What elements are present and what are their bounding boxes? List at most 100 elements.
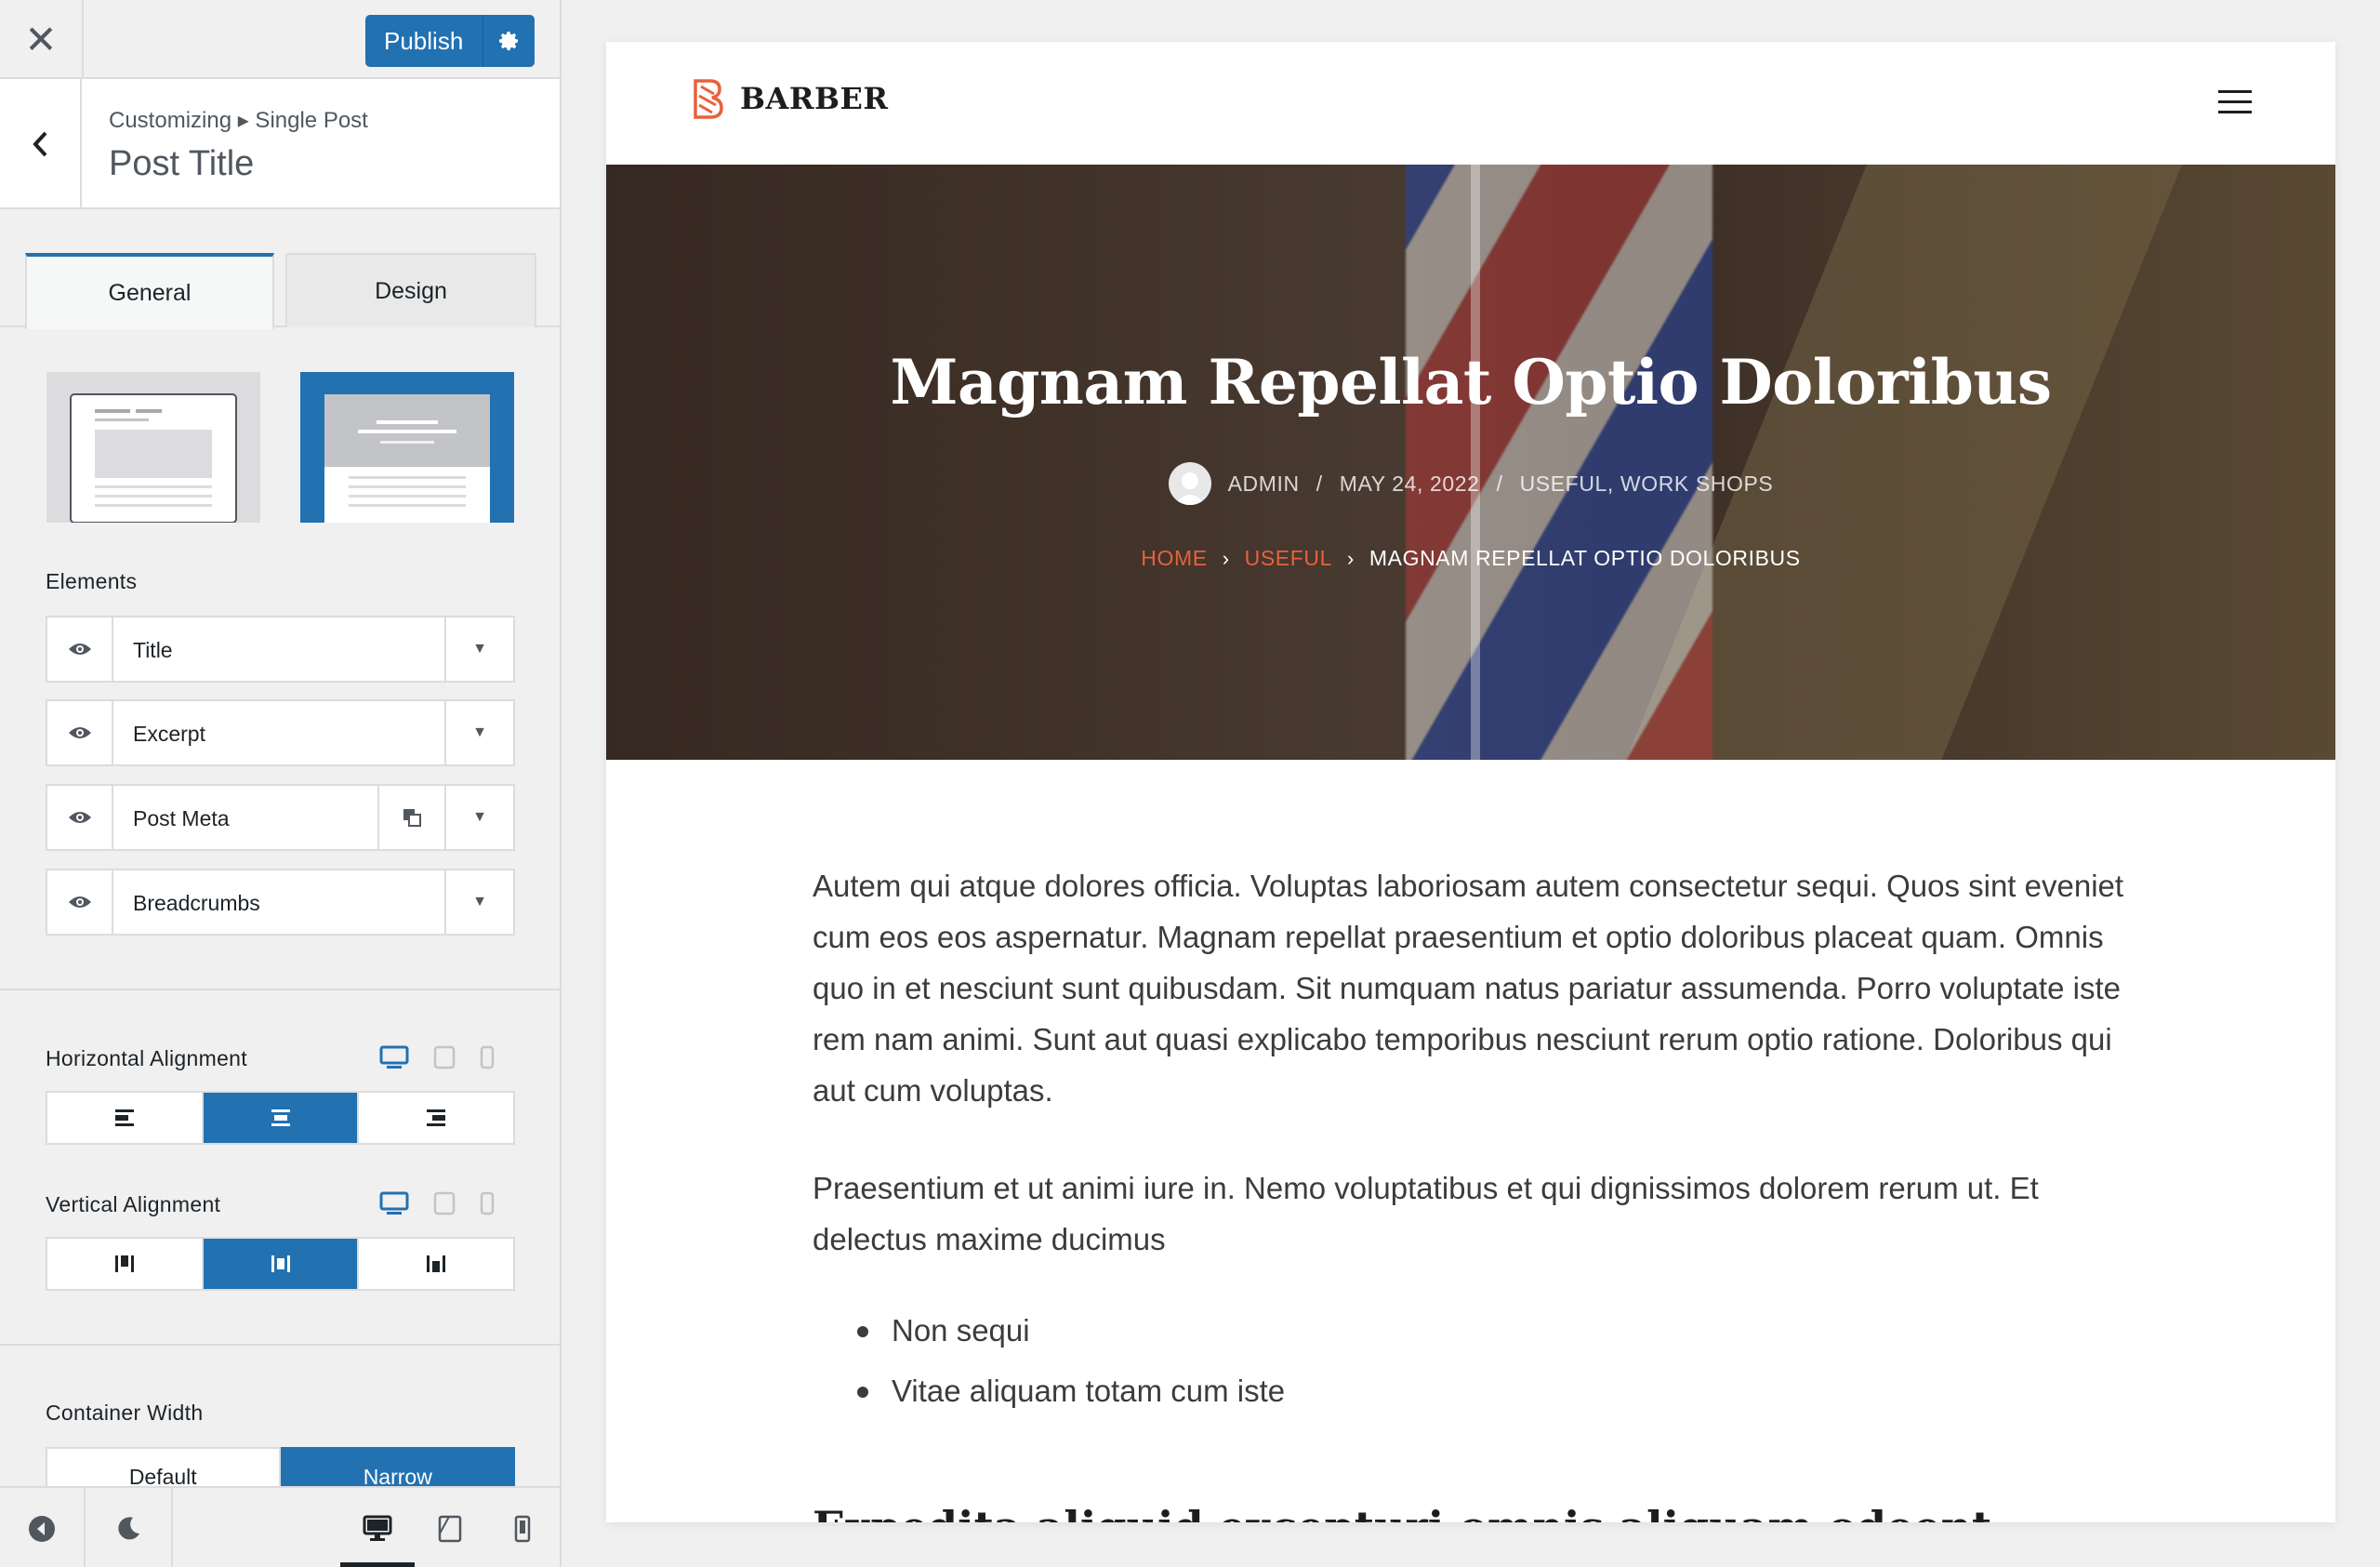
layout-option-fullwidth[interactable]	[300, 372, 514, 523]
site-preview: BARBER Magnam Repellat Optio Doloribus A…	[606, 42, 2335, 1522]
tab-general[interactable]: General	[25, 253, 274, 329]
collapse-sidebar-button[interactable]	[0, 1488, 84, 1567]
responsive-switcher	[379, 1045, 495, 1069]
align-left-icon	[114, 1109, 134, 1126]
tablet-icon[interactable]	[433, 1045, 456, 1069]
align-bottom-button[interactable]	[359, 1239, 513, 1289]
tablet-icon	[438, 1515, 462, 1542]
chevron-left-icon	[33, 131, 47, 157]
content-paragraph: Autem qui atque dolores officia. Volupta…	[813, 869, 2124, 1108]
align-middle-icon	[271, 1255, 290, 1272]
vertical-alignment-label: Vertical Alignment	[46, 1192, 221, 1216]
collapse-icon	[29, 1515, 55, 1542]
chevron-right-icon: ›	[1346, 546, 1355, 570]
preview-tablet-button[interactable]	[415, 1488, 485, 1567]
visibility-toggle[interactable]	[47, 701, 113, 764]
post-date: MAY 24, 2022	[1339, 471, 1480, 496]
panel-tabs: General Design	[0, 253, 560, 329]
expand-button[interactable]: ▼	[444, 701, 513, 764]
menu-button[interactable]	[2218, 88, 2252, 121]
publish-settings-button[interactable]	[483, 15, 535, 67]
eye-icon	[68, 896, 91, 908]
site-name: BARBER	[740, 81, 889, 116]
publish-button[interactable]: Publish	[365, 15, 535, 67]
mobile-icon[interactable]	[480, 1191, 495, 1215]
post-content: Autem qui atque dolores officia. Volupta…	[813, 860, 2133, 1421]
expand-button[interactable]: ▼	[444, 786, 513, 849]
visibility-toggle[interactable]	[47, 870, 113, 934]
caret-down-icon: ▼	[472, 641, 487, 657]
caret-down-icon: ▼	[472, 809, 487, 825]
expand-button[interactable]: ▼	[444, 618, 513, 681]
align-right-icon	[427, 1109, 446, 1126]
layout-option-contained[interactable]	[46, 372, 260, 524]
panel-title: Post Title	[109, 144, 255, 183]
site-logo[interactable]: BARBER	[690, 77, 889, 120]
mobile-icon	[514, 1515, 531, 1542]
user-icon	[1173, 472, 1206, 505]
customizer-sidebar: ✕ Publish Customizing ▸ Single Post Post…	[0, 0, 562, 1567]
gear-icon	[498, 32, 518, 51]
visibility-toggle[interactable]	[47, 786, 113, 849]
dark-mode-button[interactable]	[86, 1488, 171, 1567]
eye-icon	[68, 812, 91, 823]
barber-logo-icon	[694, 79, 723, 119]
duplicate-button[interactable]	[377, 786, 444, 849]
align-top-icon	[114, 1255, 134, 1272]
eye-icon	[68, 644, 91, 655]
meta-separator: /	[1496, 471, 1503, 496]
close-customizer-button[interactable]: ✕	[0, 0, 84, 79]
align-left-button[interactable]	[47, 1093, 204, 1143]
post-categories[interactable]: USEFUL, WORK SHOPS	[1520, 471, 1774, 497]
breadcrumb-home[interactable]: HOME	[1141, 546, 1207, 571]
tablet-icon[interactable]	[433, 1191, 456, 1215]
publish-label: Publish	[384, 26, 464, 55]
post-author[interactable]: ADMIN	[1228, 471, 1300, 497]
element-row-excerpt: Excerpt ▼	[46, 699, 515, 766]
site-header: BARBER	[606, 42, 2335, 165]
elements-label: Elements	[46, 569, 138, 593]
element-label: Title	[133, 638, 173, 662]
preview-mobile-button[interactable]	[485, 1488, 560, 1567]
post-title: Magnam Repellat Optio Doloribus	[890, 346, 2052, 418]
element-label: Excerpt	[133, 722, 205, 746]
align-bottom-icon	[427, 1255, 446, 1272]
align-center-icon	[271, 1109, 290, 1126]
element-row-breadcrumbs: Breadcrumbs ▼	[46, 869, 515, 936]
mobile-icon[interactable]	[480, 1045, 495, 1069]
visibility-toggle[interactable]	[47, 618, 113, 681]
panel-breadcrumb: Customizing ▸ Single Post	[109, 108, 368, 133]
align-center-button[interactable]	[203, 1093, 360, 1143]
active-device-indicator	[340, 1562, 415, 1567]
divider	[0, 1344, 560, 1346]
desktop-icon[interactable]	[379, 1191, 409, 1215]
back-button[interactable]	[0, 79, 82, 209]
element-label: Post Meta	[133, 806, 230, 830]
caret-down-icon: ▼	[472, 894, 487, 910]
element-label: Breadcrumbs	[133, 891, 260, 915]
chevron-right-icon: ›	[1222, 546, 1230, 570]
customizer-topbar: ✕ Publish	[0, 0, 560, 79]
align-top-button[interactable]	[47, 1239, 204, 1289]
tab-design[interactable]: Design	[285, 253, 536, 327]
meta-separator: /	[1316, 471, 1323, 496]
content-paragraph: Praesentium et ut animi iure in. Nemo vo…	[813, 1171, 2039, 1256]
moon-icon	[118, 1516, 139, 1539]
breadcrumb-category[interactable]: USEFUL	[1245, 546, 1332, 571]
desktop-icon[interactable]	[379, 1045, 409, 1069]
panel-header: Customizing ▸ Single Post Post Title	[0, 79, 560, 209]
desktop-icon	[363, 1515, 392, 1541]
divider	[0, 989, 560, 990]
customizer-footer	[0, 1486, 560, 1567]
preview-desktop-button[interactable]	[340, 1488, 415, 1567]
breadcrumb: HOME › USEFUL › MAGNAM REPELLAT OPTIO DO…	[606, 546, 2335, 571]
expand-button[interactable]: ▼	[444, 870, 513, 934]
post-hero: Magnam Repellat Optio Doloribus ADMIN / …	[606, 165, 2335, 760]
close-icon: ✕	[24, 18, 58, 61]
post-meta: ADMIN / MAY 24, 2022 / USEFUL, WORK SHOP…	[606, 462, 2335, 505]
content-list: Non sequi Vitae aliquam totam cum iste	[813, 1300, 2133, 1421]
align-middle-button[interactable]	[203, 1239, 360, 1289]
caret-down-icon: ▼	[472, 724, 487, 740]
align-right-button[interactable]	[359, 1093, 513, 1143]
element-row-title: Title ▼	[46, 616, 515, 683]
